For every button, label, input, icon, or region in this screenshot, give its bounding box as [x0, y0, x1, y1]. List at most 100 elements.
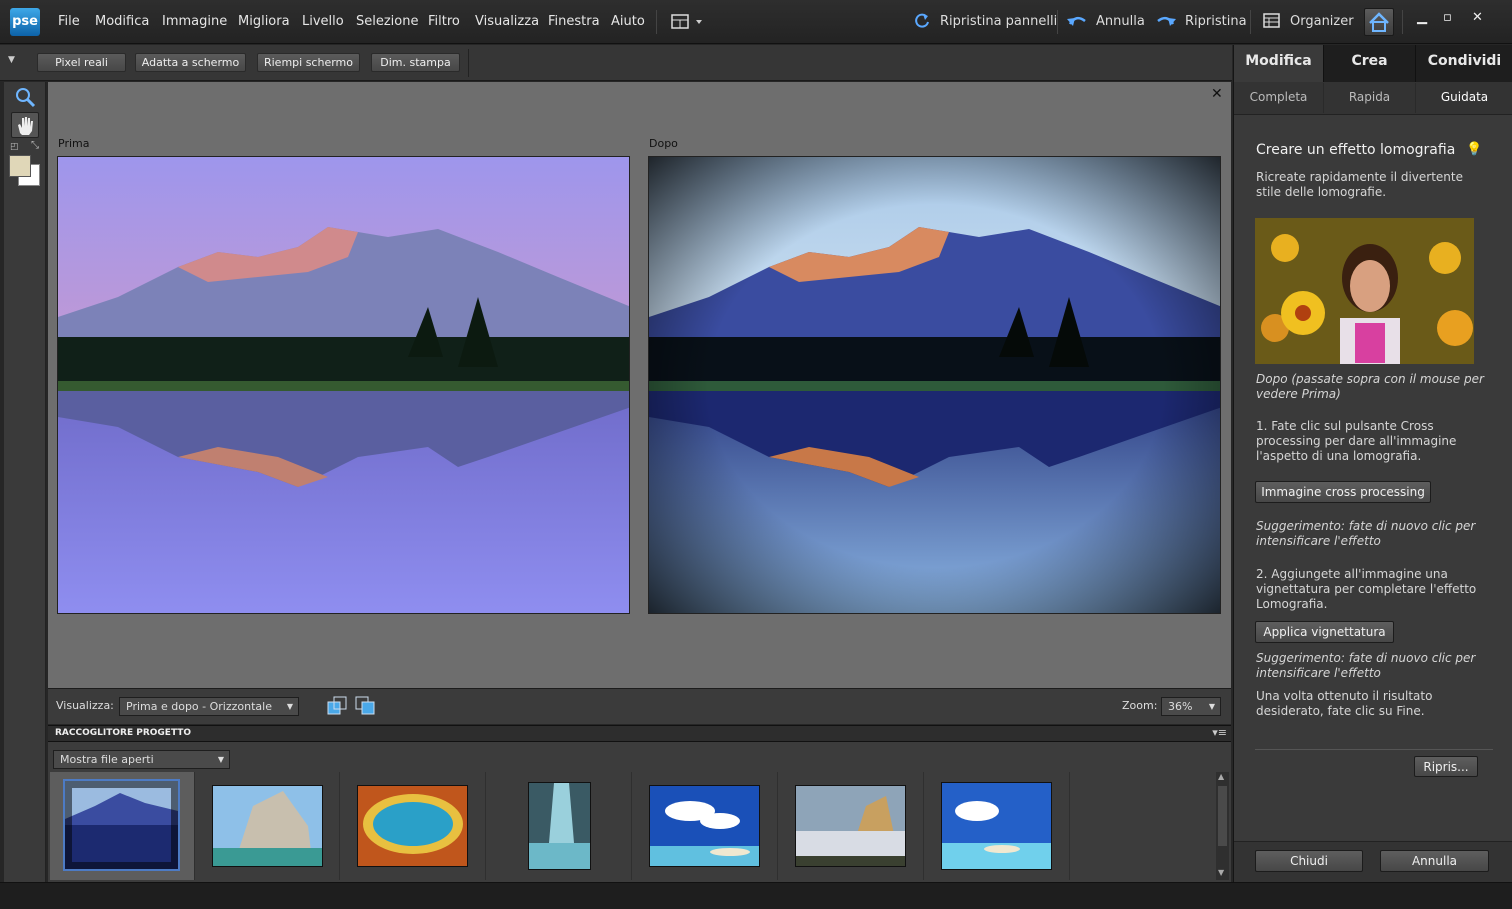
lightbulb-icon[interactable]: 💡	[1466, 142, 1482, 157]
reset-panels-button[interactable]: Ripristina pannelli	[912, 12, 1057, 30]
thumbnail-cell[interactable]	[633, 772, 778, 880]
tool-options-bar: ▼ Pixel reali Adatta a schermo Riempi sc…	[0, 45, 1232, 81]
thumbnail-cell[interactable]	[195, 772, 340, 880]
thumbnail-cell[interactable]	[50, 772, 195, 880]
example-photo[interactable]	[1255, 218, 1474, 364]
maximize-icon[interactable]: ▫	[1443, 10, 1452, 25]
outro-text: Una volta ottenuto il risultato desidera…	[1256, 689, 1433, 718]
bin-scrollbar[interactable]: ▲ ▼	[1216, 772, 1229, 880]
view-mode-select[interactable]: Prima e dopo - Orizzontale ▼	[119, 697, 299, 716]
zoom-value: 36%	[1168, 700, 1193, 713]
zoom-tool-icon[interactable]	[14, 86, 36, 112]
thumbnail-cell[interactable]	[341, 772, 486, 880]
bin-filter-select[interactable]: Mostra file aperti ▼	[53, 750, 230, 769]
toolbar-separator	[1057, 10, 1058, 34]
tab-crea[interactable]: Crea	[1323, 45, 1415, 82]
thumbnail-hot-spring[interactable]	[357, 785, 468, 867]
cross-processing-button[interactable]: Immagine cross processing	[1255, 481, 1431, 503]
close-document-icon[interactable]: ✕	[1211, 86, 1223, 102]
undo-icon	[1067, 16, 1086, 26]
menu-selezione[interactable]: Selezione	[356, 14, 419, 29]
organizer-label: Organizer	[1290, 13, 1354, 29]
menu-modifica[interactable]: Modifica	[95, 14, 149, 29]
undo-button[interactable]: Annulla	[1066, 12, 1145, 30]
guide-intro: Ricreate rapidamente il divertente stile…	[1256, 170, 1463, 199]
step-1-text: 1. Fate clic sul pulsante Cross processi…	[1256, 419, 1457, 463]
hint-1-text: Suggerimento: fate di nuovo clic per int…	[1256, 519, 1476, 548]
tab-condividi[interactable]: Condividi	[1415, 45, 1512, 82]
menu-file[interactable]: File	[58, 14, 80, 29]
thumbnail-cave-water[interactable]	[528, 782, 591, 870]
redo-label: Ripristina	[1185, 13, 1247, 29]
thumbnail-half-dome[interactable]	[795, 785, 906, 867]
welcome-home-button[interactable]	[1364, 8, 1394, 36]
fill-screen-button[interactable]: Riempi schermo	[257, 53, 360, 72]
scroll-up-icon[interactable]: ▲	[1218, 772, 1224, 781]
options-separator	[468, 49, 469, 77]
hand-tool-icon[interactable]	[11, 112, 39, 138]
thumbnail-lake-selected[interactable]	[63, 779, 180, 871]
project-bin-title: RACCOGLITORE PROGETTO	[55, 728, 192, 738]
copy-after-icon[interactable]	[355, 696, 375, 720]
bin-filter-value: Mostra file aperti	[60, 753, 154, 766]
scroll-thumb[interactable]	[1218, 786, 1227, 846]
bin-menu-icon[interactable]: ▾≡	[1212, 726, 1227, 739]
close-guide-button[interactable]: Chiudi	[1255, 850, 1363, 872]
redo-button[interactable]: Ripristina	[1155, 12, 1247, 30]
photo-caption: Dopo (passate sopra con il mouse per ved…	[1256, 372, 1484, 401]
subtab-rapida[interactable]: Rapida	[1323, 83, 1415, 113]
guide-title: Creare un effetto lomografia	[1256, 142, 1456, 158]
after-photo[interactable]	[648, 156, 1221, 614]
actual-pixels-button[interactable]: Pixel reali	[37, 53, 126, 72]
close-window-icon[interactable]: ✕	[1472, 10, 1483, 25]
view-mode-value: Prima e dopo - Orizzontale	[126, 700, 272, 713]
menu-separator	[656, 10, 657, 34]
organizer-button[interactable]: Organizer	[1262, 12, 1354, 30]
scroll-down-icon[interactable]: ▼	[1218, 868, 1224, 877]
thumbnail-cell[interactable]	[925, 772, 1070, 880]
thumbnail-cell[interactable]	[487, 772, 632, 880]
thumbnail-cell[interactable]	[779, 772, 924, 880]
status-bar	[0, 882, 1512, 909]
foreground-color-swatch[interactable]	[9, 155, 31, 177]
subtab-completa[interactable]: Completa	[1234, 83, 1323, 113]
thumbnail-island-2[interactable]	[941, 782, 1052, 870]
cancel-guide-button[interactable]: Annulla	[1380, 850, 1489, 872]
apply-vignette-button[interactable]: Applica vignettatura	[1255, 621, 1394, 643]
guided-edit-panel: Modifica Crea Condividi Completa Rapida …	[1233, 45, 1512, 882]
after-label: Dopo	[649, 137, 678, 150]
menu-aiuto[interactable]: Aiuto	[611, 14, 645, 29]
zoom-select[interactable]: 36% ▼	[1161, 697, 1221, 716]
print-size-button[interactable]: Dim. stampa	[371, 53, 460, 72]
menu-filtro[interactable]: Filtro	[428, 14, 460, 29]
reset-button[interactable]: Ripris...	[1414, 756, 1478, 777]
tab-modifica[interactable]: Modifica	[1234, 45, 1323, 82]
thumbnail-island-1[interactable]	[649, 785, 760, 867]
redo-icon	[1157, 16, 1176, 26]
organizer-icon	[1263, 13, 1280, 28]
toolbar-separator	[1402, 10, 1403, 34]
menu-finestra[interactable]: Finestra	[548, 14, 600, 29]
before-photo[interactable]	[57, 156, 630, 614]
undo-label: Annulla	[1096, 13, 1145, 29]
hint-2-text: Suggerimento: fate di nuovo clic per int…	[1256, 651, 1476, 680]
swap-before-after-icon[interactable]	[327, 696, 347, 720]
fit-screen-button[interactable]: Adatta a schermo	[135, 53, 246, 72]
arrange-documents-dropdown[interactable]	[670, 12, 708, 32]
menu-visualizza[interactable]: Visualizza	[475, 14, 539, 29]
subtab-guidata[interactable]: Guidata	[1415, 83, 1512, 113]
minimize-icon[interactable]: ▁	[1417, 10, 1427, 25]
toolbar-separator	[1250, 10, 1251, 34]
project-bin-header: RACCOGLITORE PROGETTO ▾≡	[48, 725, 1231, 742]
app-logo: pse	[10, 8, 40, 36]
default-colors-icon[interactable]: ◰	[10, 142, 19, 152]
zoom-label: Zoom:	[1122, 699, 1158, 712]
thumbnail-arch-rocks[interactable]	[212, 785, 323, 867]
menu-migliora[interactable]: Migliora	[238, 14, 290, 29]
step-2-text: 2. Aggiungete all'immagine una vignettat…	[1256, 567, 1477, 611]
swap-colors-icon[interactable]: ⤡	[31, 140, 39, 151]
menu-immagine[interactable]: Immagine	[162, 14, 227, 29]
view-bar: Visualizza: Prima e dopo - Orizzontale ▼…	[48, 688, 1231, 724]
menu-livello[interactable]: Livello	[302, 14, 344, 29]
options-menu-icon[interactable]: ▼	[8, 55, 15, 65]
